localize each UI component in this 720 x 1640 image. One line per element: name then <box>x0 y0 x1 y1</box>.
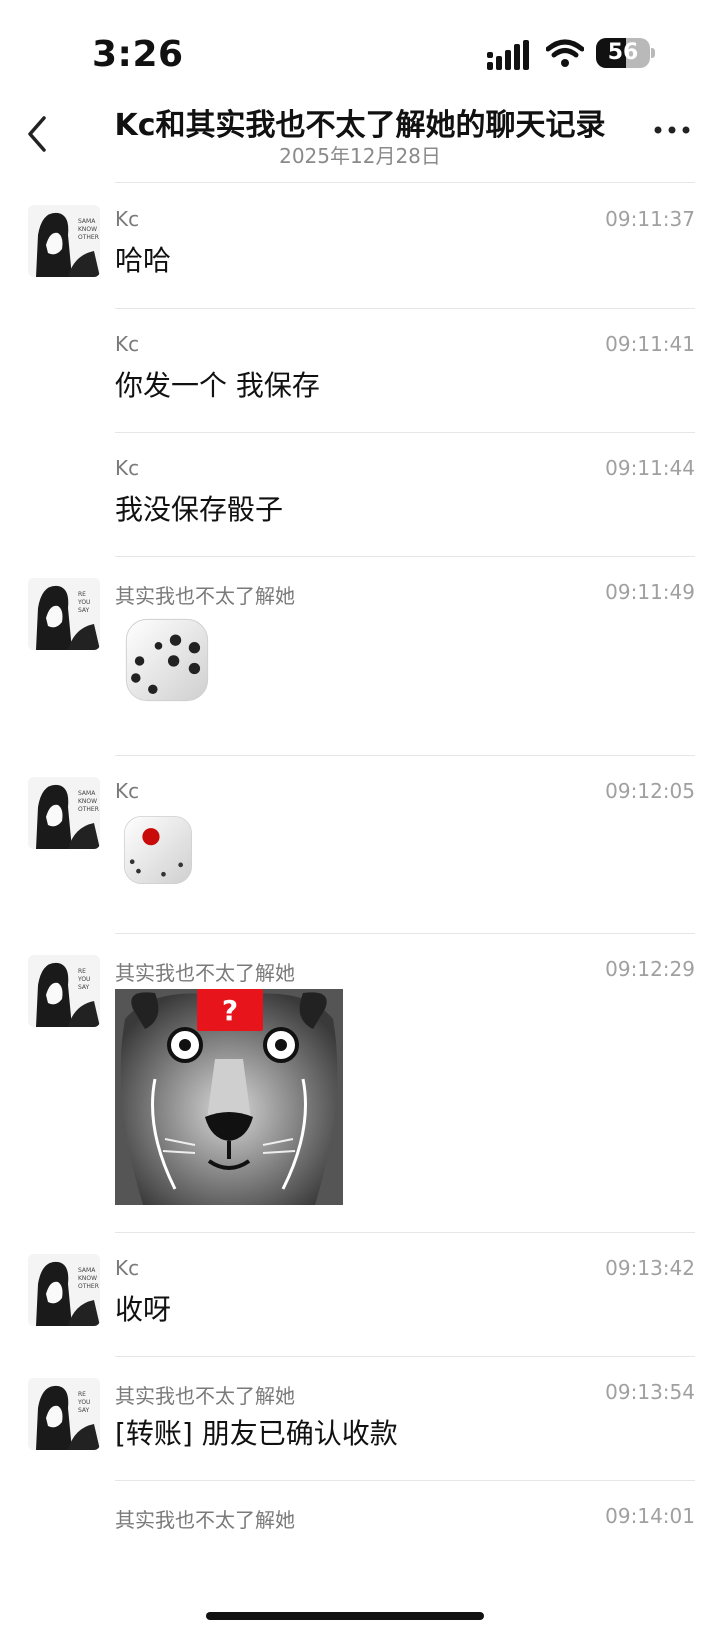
message-timestamp: 09:11:49 <box>605 580 695 604</box>
message-item[interactable]: Kc 09:11:41 你发一个 我保存 <box>0 308 720 433</box>
message-timestamp: 09:11:44 <box>605 456 695 480</box>
message-sender: 其实我也不太了解她 <box>115 1384 295 1408</box>
avatar-other[interactable]: RE YOU SAY <box>28 955 100 1027</box>
message-timestamp: 09:13:54 <box>605 1380 695 1404</box>
message-timestamp: 09:12:05 <box>605 779 695 803</box>
chat-history-header: Kc和其实我也不太了解她的聊天记录 2025年12月28日 <box>0 100 720 182</box>
svg-text:RE: RE <box>78 968 86 975</box>
avatar-kc[interactable]: SAMA KNOW OTHER <box>28 777 100 849</box>
svg-text:YOU: YOU <box>77 1399 90 1406</box>
svg-text:OTHER: OTHER <box>78 806 99 813</box>
message-item[interactable]: RE YOU SAY 其实我也不太了解她 09:12:29? <box>0 933 720 1233</box>
cellular-signal-icon <box>487 40 529 70</box>
avatar-kc[interactable]: SAMA KNOW OTHER <box>28 205 100 277</box>
svg-text:YOU: YOU <box>77 976 90 983</box>
home-indicator[interactable] <box>206 1612 484 1620</box>
message-item[interactable]: Kc 09:11:44 我没保存骰子 <box>0 432 720 557</box>
message-sender: Kc <box>115 779 140 803</box>
sticker-overlay-text: ? <box>222 994 238 1027</box>
message-timestamp: 09:11:41 <box>605 332 695 356</box>
status-time: 3:26 <box>92 34 184 75</box>
svg-text:SAY: SAY <box>78 984 90 991</box>
message-item[interactable]: SAMA KNOW OTHER Kc 09:13:42 收呀 <box>0 1232 720 1357</box>
message-text[interactable]: 收呀 <box>115 1288 171 1328</box>
svg-text:SAMA: SAMA <box>78 790 96 797</box>
svg-text:SAY: SAY <box>78 1407 90 1414</box>
more-options-icon[interactable] <box>652 124 692 136</box>
message-text[interactable]: 我没保存骰子 <box>115 488 283 528</box>
message-sender: Kc <box>115 1256 140 1280</box>
dice-one-sticker[interactable] <box>115 807 201 893</box>
message-timestamp: 09:11:37 <box>605 207 695 231</box>
battery-indicator: 56 <box>596 38 655 68</box>
message-item[interactable]: RE YOU SAY 其实我也不太了解她 09:13:54 [转账] 朋友已确认收款 <box>0 1356 720 1481</box>
page-title: Kc和其实我也不太了解她的聊天记录 <box>114 108 606 143</box>
page-subtitle-date: 2025年12月28日 <box>279 144 441 168</box>
message-text[interactable]: [转账] 朋友已确认收款 <box>115 1412 398 1452</box>
message-item[interactable]: SAMA KNOW OTHER Kc 09:11:37 哈哈 <box>0 183 720 309</box>
lion-question-icon[interactable]: ? <box>115 989 343 1205</box>
message-sender: Kc <box>115 456 140 480</box>
message-sender: 其实我也不太了解她 <box>115 1508 295 1532</box>
message-sender: Kc <box>115 332 140 356</box>
message-sender: 其实我也不太了解她 <box>115 961 295 985</box>
message-item[interactable]: 其实我也不太了解她 09:14:01 <box>0 1480 720 1560</box>
back-arrow-icon[interactable] <box>22 114 52 154</box>
avatar-other[interactable]: RE YOU SAY <box>28 578 100 650</box>
svg-text:SAMA: SAMA <box>78 218 96 225</box>
message-timestamp: 09:14:01 <box>605 1504 695 1528</box>
message-list: SAMA KNOW OTHER Kc 09:11:37 哈哈 Kc 09:11:41 你发一个 … <box>0 183 720 1560</box>
svg-text:RE: RE <box>78 1391 86 1398</box>
message-timestamp: 09:12:29 <box>605 957 695 981</box>
message-sender: 其实我也不太了解她 <box>115 584 295 608</box>
svg-text:RE: RE <box>78 591 86 598</box>
svg-text:OTHER: OTHER <box>78 234 99 241</box>
message-sender: Kc <box>115 207 140 231</box>
svg-text:KNOW: KNOW <box>78 1275 97 1282</box>
message-item[interactable]: RE YOU SAY 其实我也不太了解她 09:11:49 <box>0 556 720 756</box>
message-text[interactable]: 哈哈 <box>115 239 171 279</box>
battery-percent: 56 <box>607 40 639 65</box>
svg-text:OTHER: OTHER <box>78 1283 99 1290</box>
wifi-icon <box>546 39 584 67</box>
svg-text:KNOW: KNOW <box>78 798 97 805</box>
message-item[interactable]: SAMA KNOW OTHER Kc 09:12:05 <box>0 755 720 934</box>
svg-text:YOU: YOU <box>77 599 90 606</box>
svg-text:KNOW: KNOW <box>78 226 97 233</box>
dice-five-sticker[interactable] <box>115 608 219 712</box>
message-text[interactable]: 你发一个 我保存 <box>115 364 320 404</box>
avatar-other[interactable]: RE YOU SAY <box>28 1378 100 1450</box>
message-timestamp: 09:13:42 <box>605 1256 695 1280</box>
svg-text:SAMA: SAMA <box>78 1267 96 1274</box>
status-bar: 3:26 56 <box>0 0 720 100</box>
svg-text:SAY: SAY <box>78 607 90 614</box>
avatar-kc[interactable]: SAMA KNOW OTHER <box>28 1254 100 1326</box>
